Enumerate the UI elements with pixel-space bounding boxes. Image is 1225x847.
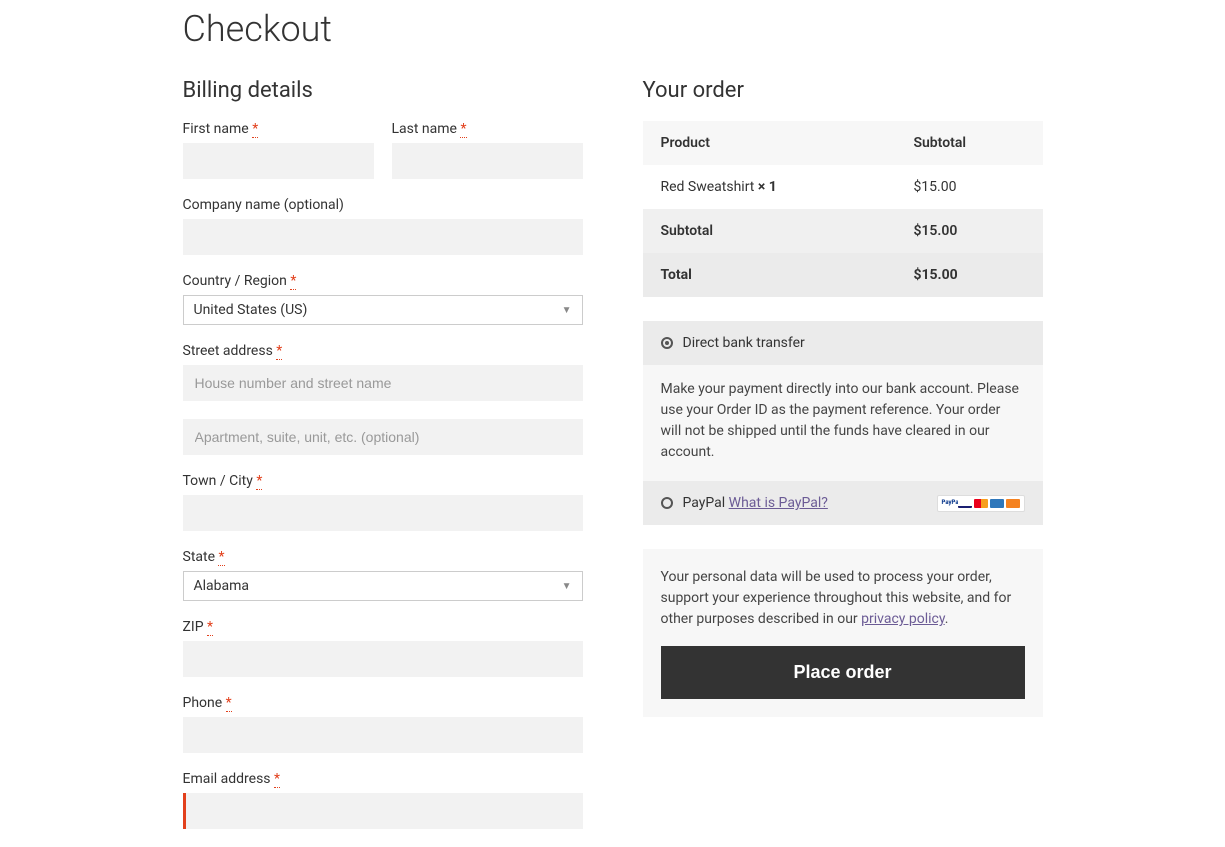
- state-label-text: State: [183, 549, 219, 565]
- first-name-input[interactable]: [183, 143, 374, 179]
- billing-section: Billing details First name * Last name *…: [183, 78, 583, 847]
- required-mark: *: [226, 695, 232, 712]
- paypal-icon: PayPal: [942, 499, 956, 508]
- billing-heading: Billing details: [183, 78, 583, 103]
- phone-label: Phone *: [183, 695, 583, 711]
- discover-icon: [1006, 499, 1020, 508]
- state-label: State *: [183, 549, 583, 565]
- state-select[interactable]: Alabama ▼: [183, 571, 583, 601]
- amex-icon: [990, 499, 1004, 508]
- privacy-text: Your personal data will be used to proce…: [661, 567, 1025, 630]
- privacy-text-suffix: .: [945, 611, 949, 627]
- table-header-row: Product Subtotal: [643, 121, 1043, 165]
- email-label: Email address *: [183, 771, 583, 787]
- col-product: Product: [643, 121, 896, 165]
- last-name-label: Last name *: [392, 121, 583, 137]
- table-row: Red Sweatshirt × 1 $15.00: [643, 165, 1043, 209]
- radio-icon: [661, 337, 673, 349]
- payment-paypal[interactable]: PayPal What is PayPal? PayPal: [643, 481, 1043, 525]
- country-select-value: United States (US): [194, 302, 308, 318]
- payment-paypal-label: PayPal What is PayPal?: [683, 495, 828, 511]
- paypal-card-marks: PayPal: [937, 495, 1025, 512]
- payment-bank-label: Direct bank transfer: [683, 335, 805, 351]
- what-is-paypal-link[interactable]: What is PayPal?: [729, 495, 828, 511]
- required-mark: *: [274, 771, 280, 788]
- city-label: Town / City *: [183, 473, 583, 489]
- required-mark: *: [276, 343, 282, 360]
- street-input[interactable]: [183, 365, 583, 401]
- company-input[interactable]: [183, 219, 583, 255]
- email-input[interactable]: [183, 793, 583, 829]
- visa-icon: [958, 499, 972, 508]
- last-name-input[interactable]: [392, 143, 583, 179]
- street-label: Street address *: [183, 343, 583, 359]
- total-label: Total: [643, 253, 896, 297]
- required-mark: *: [218, 549, 224, 566]
- phone-input[interactable]: [183, 717, 583, 753]
- zip-input[interactable]: [183, 641, 583, 677]
- radio-icon: [661, 497, 673, 509]
- payment-bank-transfer[interactable]: Direct bank transfer: [643, 321, 1043, 365]
- place-order-button[interactable]: Place order: [661, 646, 1025, 699]
- payment-bank-desc: Make your payment directly into our bank…: [643, 365, 1043, 481]
- email-label-text: Email address: [183, 771, 275, 787]
- privacy-section: Your personal data will be used to proce…: [643, 549, 1043, 717]
- chevron-down-icon: ▼: [562, 305, 572, 316]
- required-mark: *: [252, 121, 258, 138]
- order-heading: Your order: [643, 78, 1043, 103]
- required-mark: *: [460, 121, 466, 138]
- page-title: Checkout: [183, 8, 1043, 50]
- country-label: Country / Region *: [183, 273, 583, 289]
- total-value: $15.00: [895, 253, 1042, 297]
- phone-label-text: Phone: [183, 695, 226, 711]
- city-input[interactable]: [183, 495, 583, 531]
- country-select[interactable]: United States (US) ▼: [183, 295, 583, 325]
- state-select-value: Alabama: [194, 578, 250, 594]
- zip-label: ZIP *: [183, 619, 583, 635]
- paypal-label-text: PayPal: [683, 495, 729, 511]
- first-name-label: First name *: [183, 121, 374, 137]
- mastercard-icon: [974, 499, 988, 508]
- required-mark: *: [256, 473, 262, 490]
- total-row: Total $15.00: [643, 253, 1043, 297]
- product-qty: × 1: [758, 179, 777, 195]
- subtotal-value: $15.00: [895, 209, 1042, 253]
- order-section: Your order Product Subtotal Red Sweatshi…: [643, 78, 1043, 847]
- product-name: Red Sweatshirt: [661, 179, 758, 195]
- first-name-label-text: First name: [183, 121, 253, 137]
- order-table: Product Subtotal Red Sweatshirt × 1 $15.…: [643, 121, 1043, 297]
- privacy-policy-link[interactable]: privacy policy: [861, 611, 945, 627]
- product-cell: Red Sweatshirt × 1: [643, 165, 896, 209]
- payment-methods: Direct bank transfer Make your payment d…: [643, 321, 1043, 525]
- chevron-down-icon: ▼: [562, 581, 572, 592]
- subtotal-label: Subtotal: [643, 209, 896, 253]
- required-mark: *: [207, 619, 213, 636]
- zip-label-text: ZIP: [183, 619, 208, 635]
- city-label-text: Town / City: [183, 473, 257, 489]
- col-subtotal: Subtotal: [895, 121, 1042, 165]
- privacy-text-prefix: Your personal data will be used to proce…: [661, 569, 1012, 627]
- country-label-text: Country / Region: [183, 273, 291, 289]
- last-name-label-text: Last name: [392, 121, 461, 137]
- product-subtotal-cell: $15.00: [895, 165, 1042, 209]
- street-label-text: Street address: [183, 343, 277, 359]
- subtotal-row: Subtotal $15.00: [643, 209, 1043, 253]
- required-mark: *: [290, 273, 296, 290]
- company-label: Company name (optional): [183, 197, 583, 213]
- street2-input[interactable]: [183, 419, 583, 455]
